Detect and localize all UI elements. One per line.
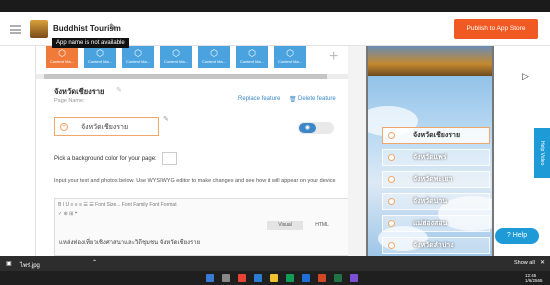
delete-feature-link[interactable]: Delete feature xyxy=(298,96,336,102)
phone-preview: จังหวัดเชียงราย จังหวัดแพร่ จังหวัดพะเยา… xyxy=(366,46,494,256)
html5-icon: ⬡ xyxy=(172,48,180,58)
edge-icon[interactable] xyxy=(254,274,262,282)
preview-menu-item[interactable]: จังหวัดเชียงราย xyxy=(382,127,490,144)
preview-menu-item[interactable]: จังหวัดแพร่ xyxy=(382,149,490,166)
page-name-label: Page Name: xyxy=(54,98,85,104)
chrome-icon[interactable] xyxy=(238,274,246,282)
image-file-icon: ▣ xyxy=(6,261,12,267)
preview-menu-item[interactable]: จังหวัดพะเยา xyxy=(382,171,490,188)
plus-circle-icon: + xyxy=(60,123,68,131)
plus-circle-icon xyxy=(388,176,395,183)
tab-html[interactable]: HTML xyxy=(307,221,337,230)
wysiwyg-editor[interactable]: B I U ≡ ≡ ≡ ☰ ☰ Font Size... Font Family… xyxy=(54,198,349,256)
html5-icon: ⬡ xyxy=(134,48,142,58)
browser-top-bar xyxy=(0,0,550,12)
eye-icon: ◉ xyxy=(299,123,316,133)
scrollbar-thumb[interactable] xyxy=(44,74,327,79)
app-icon[interactable] xyxy=(350,274,358,282)
replace-feature-link[interactable]: Replace feature xyxy=(238,96,280,102)
editor-toolbar[interactable]: B I U ≡ ≡ ≡ ☰ ☰ Font Size... Font Family… xyxy=(58,202,177,208)
edit-page-name-icon[interactable]: ✎ xyxy=(163,115,169,123)
plus-circle-icon xyxy=(388,198,395,205)
feature-tile[interactable]: ⬡ Content Ma... xyxy=(84,46,116,68)
show-all-button[interactable]: Show all xyxy=(514,260,535,266)
plus-circle-icon xyxy=(388,242,395,249)
excel-icon[interactable] xyxy=(334,274,342,282)
taskbar: 12:45 1/6/2565 xyxy=(0,271,550,285)
preview-menu-item[interactable]: จังหวัดลำปาง xyxy=(382,237,490,254)
close-icon[interactable]: ✕ xyxy=(540,259,545,266)
system-clock[interactable]: 12:45 1/6/2565 xyxy=(525,273,543,283)
editor-hint: Input your text and photos below. Use WY… xyxy=(54,178,336,184)
feature-tile[interactable]: ⬡ Content Ma... xyxy=(198,46,230,68)
feature-tile[interactable]: ⬡ Content Ma... xyxy=(274,46,306,68)
html5-icon: ⬡ xyxy=(286,48,294,58)
help-button[interactable]: ? Help xyxy=(495,228,539,244)
search-icon[interactable] xyxy=(222,274,230,282)
download-bar: ▣ ไพร่.jpg ⌃ Show all ✕ xyxy=(0,256,550,271)
folder-icon[interactable] xyxy=(270,274,278,282)
feature-tile[interactable]: ⬡ Content Ma... xyxy=(122,46,154,68)
feature-tiles: ⬡ Content Ma... ⬡ Content Ma... ⬡ Content M… xyxy=(36,46,349,70)
preview-banner-image xyxy=(368,46,492,76)
html5-icon: ⬡ xyxy=(58,48,66,58)
app-logo xyxy=(30,20,48,38)
add-feature-icon[interactable]: + xyxy=(329,48,338,66)
section-title: จังหวัดเชียงราย xyxy=(54,87,105,96)
feature-tile[interactable]: ⬡ Content Ma... xyxy=(160,46,192,68)
help-video-tab[interactable]: Help Video xyxy=(534,128,550,178)
editor-toolbar-row2[interactable]: ✓ ⊕ ⊞ ❝ xyxy=(58,211,77,217)
plus-circle-icon xyxy=(388,132,395,139)
preview-menu-item[interactable]: แม่ฮ่องสอน xyxy=(382,215,490,232)
feature-tile[interactable]: ⬡ Content Ma... xyxy=(46,46,78,68)
bg-color-picker[interactable] xyxy=(162,152,177,165)
edit-title-icon[interactable]: ✎ xyxy=(116,86,122,94)
cursor-icon: ▷ xyxy=(522,71,529,81)
feature-tile[interactable]: ⬡ Content Ma... xyxy=(236,46,268,68)
page-name-field[interactable]: + จังหวัดเชียงราย xyxy=(54,117,159,136)
bg-color-label: Pick a background color for your page: xyxy=(54,156,157,162)
tooltip: App name is not available xyxy=(52,38,129,48)
chevron-up-icon[interactable]: ⌃ xyxy=(92,259,97,266)
edit-name-icon[interactable]: ✎ xyxy=(109,22,117,33)
plus-circle-icon xyxy=(388,154,395,161)
plus-circle-icon xyxy=(388,220,395,227)
store-icon[interactable] xyxy=(286,274,294,282)
divider xyxy=(348,46,366,256)
preview-menu-item[interactable]: จังหวัดน่าน xyxy=(382,193,490,210)
editor-content[interactable]: แหล่งท่องเที่ยวเชิงศาสนาและวิถีชุมชน จัง… xyxy=(59,237,200,247)
tab-visual[interactable]: Visual xyxy=(267,221,303,230)
html5-icon: ⬡ xyxy=(96,48,104,58)
publish-button[interactable]: Publish to App Store xyxy=(454,19,538,39)
tiles-scrollbar[interactable] xyxy=(36,74,349,79)
trash-icon[interactable]: 🗑 xyxy=(289,96,297,103)
word-icon[interactable] xyxy=(302,274,310,282)
visibility-toggle[interactable]: ◉ xyxy=(298,122,334,134)
html5-icon: ⬡ xyxy=(248,48,256,58)
windows-icon[interactable] xyxy=(206,274,214,282)
editor-pane: ⬡ Content Ma... ⬡ Content Ma... ⬡ Content M… xyxy=(35,46,349,256)
menu-icon[interactable] xyxy=(10,25,21,34)
powerpoint-icon[interactable] xyxy=(318,274,326,282)
page-name-value: จังหวัดเชียงราย xyxy=(81,124,129,131)
html5-icon: ⬡ xyxy=(210,48,218,58)
download-file-name[interactable]: ไพร่.jpg xyxy=(20,260,40,270)
